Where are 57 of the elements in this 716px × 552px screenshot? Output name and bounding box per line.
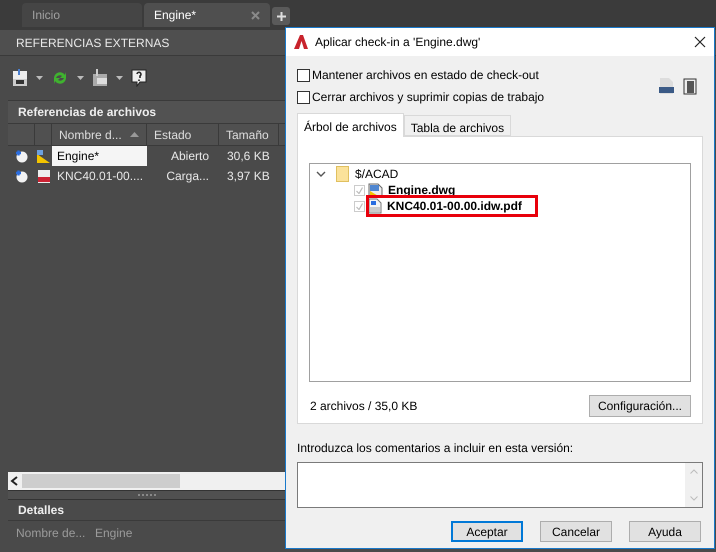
drawing-file-icon <box>36 148 51 164</box>
check-icon <box>356 202 363 210</box>
pdf-file-icon <box>368 198 382 214</box>
sort-ascending-icon <box>130 132 139 137</box>
tab[interactable]: Tabla de archivos <box>404 115 512 136</box>
plus-icon <box>276 12 286 20</box>
file-name[interactable]: Engine.dwg <box>388 181 456 199</box>
size-cell-text: 3,97 KB <box>226 168 271 185</box>
drawing-file-icon <box>368 182 383 198</box>
dialog-button[interactable]: Ayuda <box>629 521 701 542</box>
folder-label[interactable]: $/ACAD <box>355 165 398 183</box>
checkbox-label: Mantener archivos en estado de check-out <box>312 67 539 84</box>
file-name-cell[interactable]: Engine* <box>52 146 147 166</box>
document-tab[interactable]: Engine* <box>144 3 270 27</box>
status-cell-text: Carga... <box>165 168 210 185</box>
column-header[interactable]: Tamaño <box>219 124 279 145</box>
expand-chevron-icon[interactable] <box>316 170 326 178</box>
tab[interactable]: Árbol de archivos <box>297 113 404 137</box>
scroll-down-icon <box>690 496 698 501</box>
close-icon <box>694 36 706 48</box>
column-header[interactable]: Estado <box>147 124 219 145</box>
window-title: Aplicar check-in a 'Engine.dwg' <box>315 34 482 51</box>
dropdown-arrow-icon <box>36 76 43 80</box>
horizontal-scrollbar[interactable] <box>8 472 285 490</box>
document-tab[interactable]: Inicio <box>22 3 142 27</box>
dropdown-arrow-icon <box>116 76 123 80</box>
checkbox[interactable] <box>297 68 310 82</box>
comment-label: Introduzca los comentarios a incluir en esta versión: <box>296 440 574 457</box>
column-header[interactable]: Nombre d... <box>52 124 147 145</box>
dropdown-arrow-icon <box>77 76 84 80</box>
file-name-cell[interactable]: KNC40.01-00.... <box>52 166 147 186</box>
status-cell-text: Abierto <box>170 148 210 165</box>
status-circle-icon <box>15 150 28 162</box>
comment-field[interactable] <box>297 462 703 508</box>
folder-icon <box>336 166 349 182</box>
checkbox[interactable] <box>297 90 310 104</box>
size-cell-text: 30,6 KB <box>226 148 271 165</box>
section-header: Detalles <box>17 502 66 519</box>
new-tab-button[interactable] <box>272 7 290 25</box>
status-circle-icon <box>15 170 28 182</box>
pdf-file-icon <box>36 168 50 184</box>
scroll-thumb[interactable] <box>22 474 180 488</box>
file-name[interactable]: KNC40.01-00.00.idw.pdf <box>387 197 522 215</box>
dwf-file-icon <box>658 78 674 94</box>
dialog-button[interactable]: Cancelar <box>540 521 612 542</box>
app-logo-icon <box>294 35 308 49</box>
help-icon <box>131 69 147 87</box>
checkbox-label: Cerrar archivos y suprimir copias de trabajo <box>312 89 544 106</box>
settings-button[interactable]: Configuración... <box>588 395 691 417</box>
detail-label: Nombre de... <box>16 524 86 542</box>
detail-value: Engine <box>95 524 132 542</box>
section-header: Referencias de archivos <box>8 101 285 123</box>
scroll-up-icon <box>690 469 698 474</box>
document-icon <box>683 78 697 95</box>
dialog-button[interactable]: Aceptar <box>451 521 523 542</box>
file-summary: 2 archivos / 35,0 KB <box>309 398 418 415</box>
check-icon <box>356 186 363 194</box>
